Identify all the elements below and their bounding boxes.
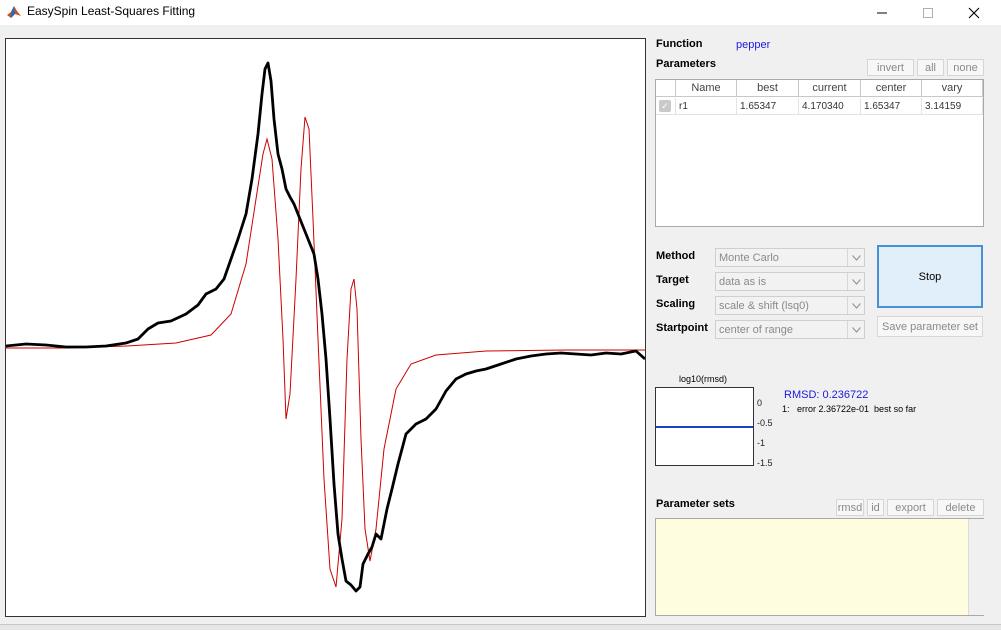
startpoint-select[interactable]: center of range: [715, 320, 865, 339]
param-name-cell[interactable]: r1: [676, 98, 737, 115]
param-best-cell[interactable]: 1.65347: [737, 98, 799, 115]
chevron-down-icon: [847, 297, 864, 314]
parameter-sets-label: Parameter sets: [656, 498, 735, 510]
table-row[interactable]: ✓: [656, 98, 676, 115]
chevron-down-icon: [847, 321, 864, 338]
export-button[interactable]: export: [887, 499, 934, 516]
rmsd-plot-title: log10(rmsd): [679, 374, 728, 384]
target-select[interactable]: data as is: [715, 272, 865, 291]
param-current-cell[interactable]: 4.170340: [799, 98, 861, 115]
rmsd-plot: [655, 387, 754, 466]
column-header-current[interactable]: current: [799, 80, 861, 97]
matlab-icon: [6, 4, 22, 20]
scaling-select[interactable]: scale & shift (lsq0): [715, 296, 865, 315]
startpoint-value: center of range: [719, 323, 793, 336]
column-header-center[interactable]: center: [861, 80, 922, 97]
target-value: data as is: [719, 275, 767, 288]
data-trace: [5, 61, 646, 593]
target-label: Target: [656, 274, 689, 286]
parameters-table[interactable]: Name best current center vary ✓ r1 1.653…: [655, 79, 984, 227]
column-header-name[interactable]: Name: [676, 80, 737, 97]
rmsd-ytick: -1: [757, 438, 766, 448]
rmsd-ytick: -1.5: [757, 458, 773, 468]
rmsd-value: RMSD: 0.236722: [784, 389, 869, 401]
chevron-down-icon: [847, 273, 864, 290]
spectrum-plot[interactable]: [5, 38, 646, 617]
close-button[interactable]: [951, 0, 997, 25]
spectrum-plot-canvas: [5, 61, 646, 593]
method-value: Monte Carlo: [719, 251, 779, 264]
stop-button[interactable]: Stop: [877, 245, 983, 308]
close-icon: [968, 7, 980, 18]
rmsd-ytick: -0.5: [757, 418, 773, 428]
all-button[interactable]: all: [917, 59, 944, 76]
id-button[interactable]: id: [867, 499, 884, 516]
maximize-icon: [923, 7, 933, 18]
save-parameter-set-button[interactable]: Save parameter set: [877, 316, 983, 337]
column-header-best[interactable]: best: [737, 80, 799, 97]
minimize-icon: [877, 12, 887, 13]
rmsd-ytick: 0: [757, 398, 763, 408]
column-header-vary[interactable]: vary: [922, 80, 983, 97]
startpoint-label: Startpoint: [656, 322, 708, 334]
status-bar: [0, 624, 1001, 630]
method-label: Method: [656, 250, 696, 262]
window-titlebar: EasySpin Least-Squares Fitting: [0, 0, 1001, 25]
param-vary-cell[interactable]: 3.14159: [922, 98, 983, 115]
method-select[interactable]: Monte Carlo: [715, 248, 865, 267]
vary-checkbox[interactable]: ✓: [659, 100, 671, 112]
parameter-sets-scrollbar[interactable]: [968, 519, 984, 615]
rmsd-button[interactable]: rmsd: [836, 499, 864, 516]
minimize-button[interactable]: [859, 0, 905, 25]
window-title: EasySpin Least-Squares Fitting: [27, 4, 196, 18]
function-name: pepper: [736, 39, 771, 51]
scaling-label: Scaling: [656, 298, 696, 310]
none-button[interactable]: none: [947, 59, 984, 76]
fit-log-line: 1: error 2.36722e-01 best so far: [782, 404, 917, 414]
maximize-button[interactable]: [905, 0, 951, 25]
invert-button[interactable]: invert: [867, 59, 914, 76]
scaling-value: scale & shift (lsq0): [719, 299, 809, 312]
param-center-cell[interactable]: 1.65347: [861, 98, 922, 115]
delete-button[interactable]: delete: [937, 499, 984, 516]
parameters-label: Parameters: [656, 58, 716, 70]
rmsd-plot-canvas: [656, 426, 753, 428]
chevron-down-icon: [847, 249, 864, 266]
function-label: Function: [656, 38, 703, 50]
table-header-checkbox: [656, 80, 676, 97]
parameter-sets-list[interactable]: [655, 518, 984, 616]
